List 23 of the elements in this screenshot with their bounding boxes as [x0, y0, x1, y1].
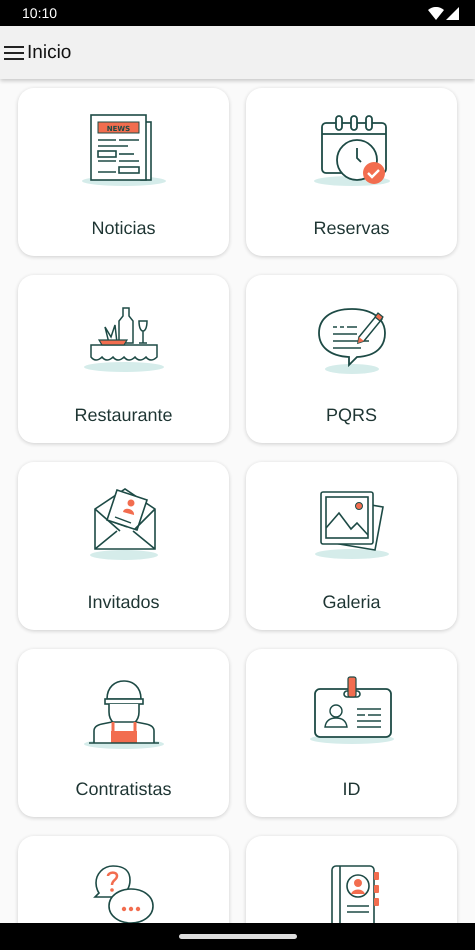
page-title: Inicio — [27, 42, 72, 64]
menu-button[interactable] — [3, 44, 25, 62]
calendar-clock-icon — [314, 115, 390, 186]
menu-tile[interactable]: PQRS — [246, 275, 457, 443]
envelope-card-icon — [90, 488, 158, 560]
speech-bubble-pencil-icon — [318, 308, 386, 374]
signal-icon — [446, 6, 459, 20]
address-book-icon — [330, 865, 378, 923]
newspaper-icon — [82, 114, 166, 186]
menu-tile[interactable]: Reservas — [246, 88, 457, 256]
menu-tile[interactable]: ID — [246, 649, 457, 817]
menu-tile[interactable]: Contratistas — [18, 649, 229, 817]
menu-icon — [3, 44, 25, 62]
question-chat-icon — [94, 865, 154, 923]
menu-tile[interactable]: Restaurante — [18, 275, 229, 443]
id-badge-icon — [310, 676, 394, 744]
worker-icon — [84, 680, 164, 749]
menu-tile[interactable]: Galeria — [246, 462, 457, 630]
photo-stack-icon — [314, 491, 388, 559]
dining-table-icon — [84, 307, 164, 372]
wifi-icon — [428, 6, 444, 20]
menu-tile[interactable]: Invitados — [18, 462, 229, 630]
status-time: 10:10 — [22, 5, 58, 21]
